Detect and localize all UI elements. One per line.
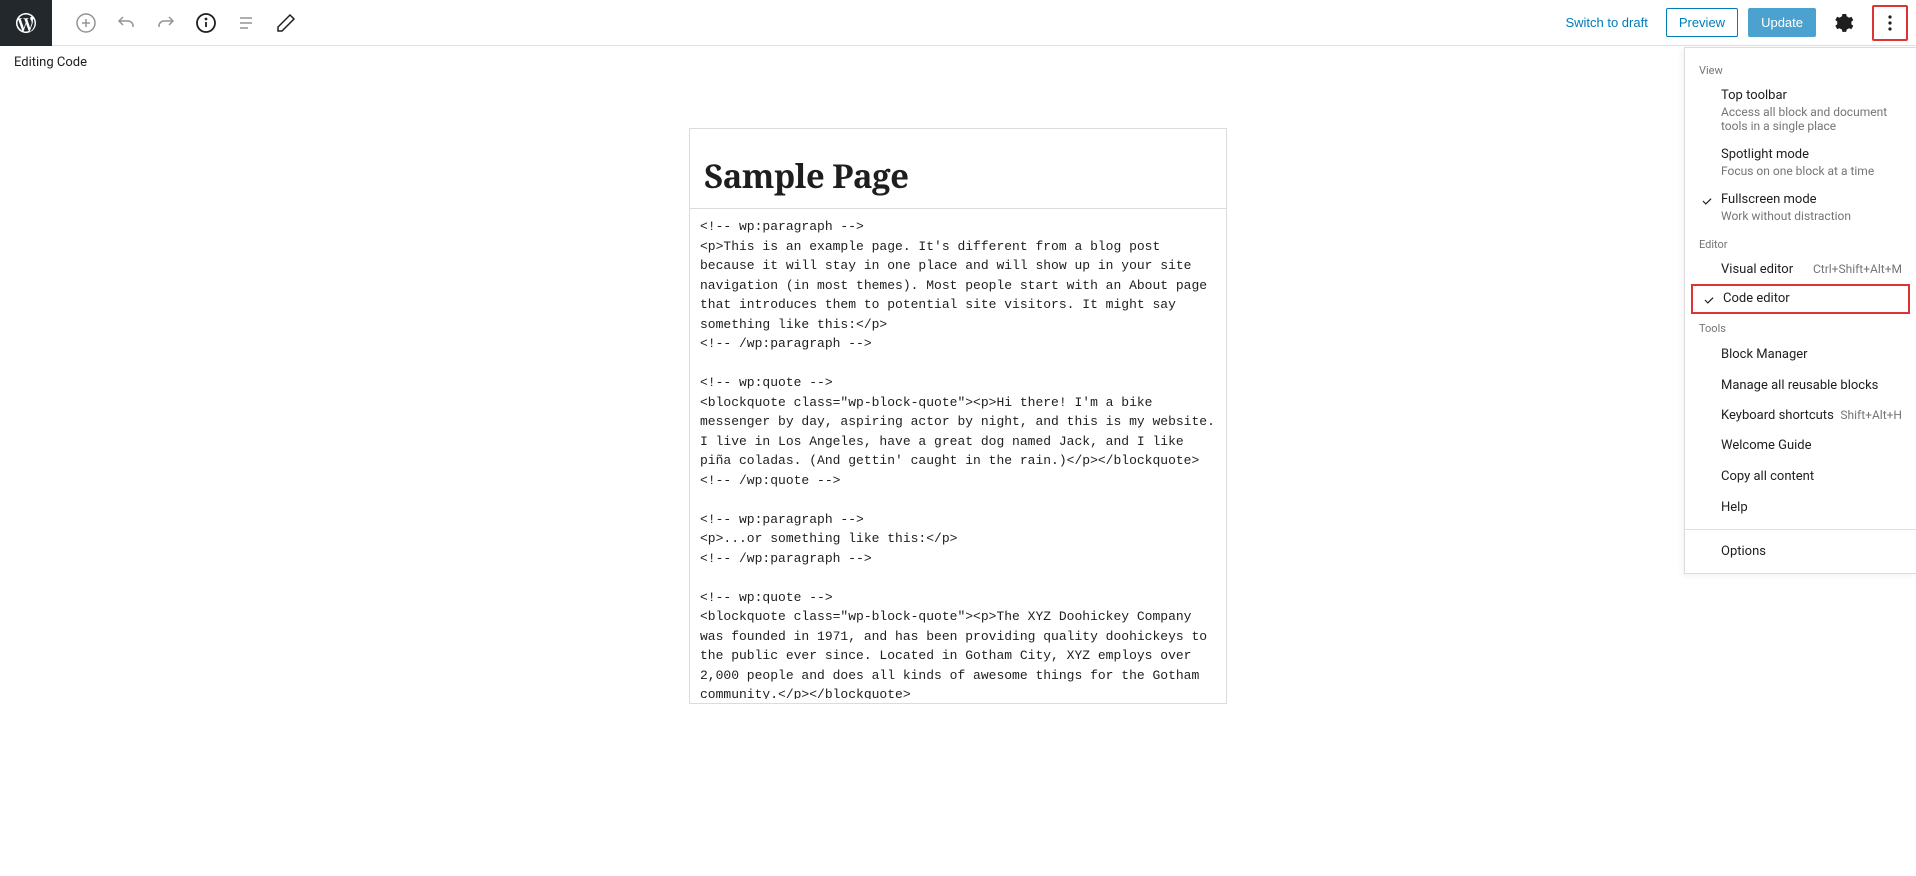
menu-item-title: Manage all reusable blocks	[1721, 378, 1878, 393]
menu-item-title: Copy all content	[1721, 469, 1814, 484]
editor-section-label: Editor	[1685, 230, 1916, 255]
check-placeholder	[1699, 408, 1715, 410]
page-title: Sample Page	[704, 153, 1212, 198]
tools-section-label: Tools	[1685, 314, 1916, 339]
switch-to-draft-button[interactable]: Switch to draft	[1557, 9, 1655, 36]
menu-welcome-guide[interactable]: Welcome Guide	[1685, 430, 1916, 461]
menu-item-title: Keyboard shortcuts	[1721, 408, 1840, 423]
menu-item-desc: Access all block and document tools in a…	[1721, 105, 1902, 133]
menu-block-manager[interactable]: Block Manager	[1685, 339, 1916, 370]
gear-icon	[1832, 11, 1856, 35]
menu-reusable-blocks[interactable]: Manage all reusable blocks	[1685, 370, 1916, 401]
check-placeholder	[1699, 147, 1715, 149]
menu-item-title: Spotlight mode	[1721, 147, 1902, 162]
menu-item-title: Block Manager	[1721, 347, 1808, 362]
menu-spotlight-mode[interactable]: Spotlight mode Focus on one block at a t…	[1685, 140, 1916, 185]
wordpress-icon	[14, 11, 38, 35]
more-options-dropdown: View Top toolbar Access all block and do…	[1684, 47, 1916, 574]
menu-item-title: Code editor	[1723, 291, 1900, 306]
code-textarea[interactable]: <!-- wp:paragraph --> <p>This is an exam…	[690, 209, 1226, 699]
menu-item-desc: Work without distraction	[1721, 209, 1902, 223]
redo-button[interactable]	[148, 5, 184, 41]
redo-icon	[154, 11, 178, 35]
checkmark-icon	[1702, 293, 1716, 307]
menu-item-title: Visual editor	[1721, 262, 1813, 277]
info-icon	[194, 11, 218, 35]
menu-top-toolbar[interactable]: Top toolbar Access all block and documen…	[1685, 81, 1916, 140]
check-placeholder	[1699, 88, 1715, 90]
menu-keyboard-shortcuts[interactable]: Keyboard shortcuts Shift+Alt+H	[1685, 401, 1916, 430]
page-title-field[interactable]: Sample Page	[690, 129, 1226, 209]
menu-item-title: Options	[1721, 544, 1766, 559]
menu-item-desc: Focus on one block at a time	[1721, 164, 1902, 178]
menu-item-title: Fullscreen mode	[1721, 192, 1902, 207]
view-section-label: View	[1685, 56, 1916, 81]
menu-copy-all-content[interactable]: Copy all content	[1685, 461, 1916, 492]
list-icon	[234, 11, 258, 35]
wordpress-logo[interactable]	[0, 0, 52, 46]
toolbar-left-group	[52, 5, 304, 41]
update-button[interactable]: Update	[1748, 8, 1816, 37]
preview-button[interactable]: Preview	[1666, 8, 1738, 37]
toolbar-right-group: Switch to draft Preview Update	[1557, 5, 1916, 41]
menu-separator	[1685, 529, 1916, 530]
dots-vertical-icon	[1878, 11, 1902, 35]
menu-item-shortcut: Ctrl+Shift+Alt+M	[1813, 262, 1902, 276]
top-toolbar: Switch to draft Preview Update	[0, 0, 1916, 46]
menu-item-title: Top toolbar	[1721, 88, 1902, 103]
menu-fullscreen-mode[interactable]: Fullscreen mode Work without distraction	[1685, 185, 1916, 230]
menu-item-shortcut: Shift+Alt+H	[1840, 408, 1902, 422]
check-icon	[1699, 192, 1715, 208]
undo-button[interactable]	[108, 5, 144, 41]
pencil-icon	[274, 11, 298, 35]
checkmark-icon	[1700, 194, 1714, 208]
check-icon	[1701, 291, 1717, 307]
more-options-button[interactable]	[1872, 5, 1908, 41]
check-placeholder	[1699, 262, 1715, 264]
edit-button[interactable]	[268, 5, 304, 41]
menu-help[interactable]: Help	[1685, 492, 1916, 523]
settings-button[interactable]	[1826, 5, 1862, 41]
info-button[interactable]	[188, 5, 224, 41]
add-block-button[interactable]	[68, 5, 104, 41]
menu-code-editor[interactable]: Code editor	[1691, 284, 1910, 314]
menu-visual-editor[interactable]: Visual editor Ctrl+Shift+Alt+M	[1685, 255, 1916, 284]
menu-item-title: Help	[1721, 500, 1748, 515]
undo-icon	[114, 11, 138, 35]
menu-item-title: Welcome Guide	[1721, 438, 1812, 453]
outline-button[interactable]	[228, 5, 264, 41]
menu-options[interactable]: Options	[1685, 536, 1916, 567]
editor-canvas: Sample Page <!-- wp:paragraph --> <p>Thi…	[0, 48, 1916, 876]
code-editor-panel: Sample Page <!-- wp:paragraph --> <p>Thi…	[689, 128, 1227, 704]
plus-circle-icon	[74, 11, 98, 35]
